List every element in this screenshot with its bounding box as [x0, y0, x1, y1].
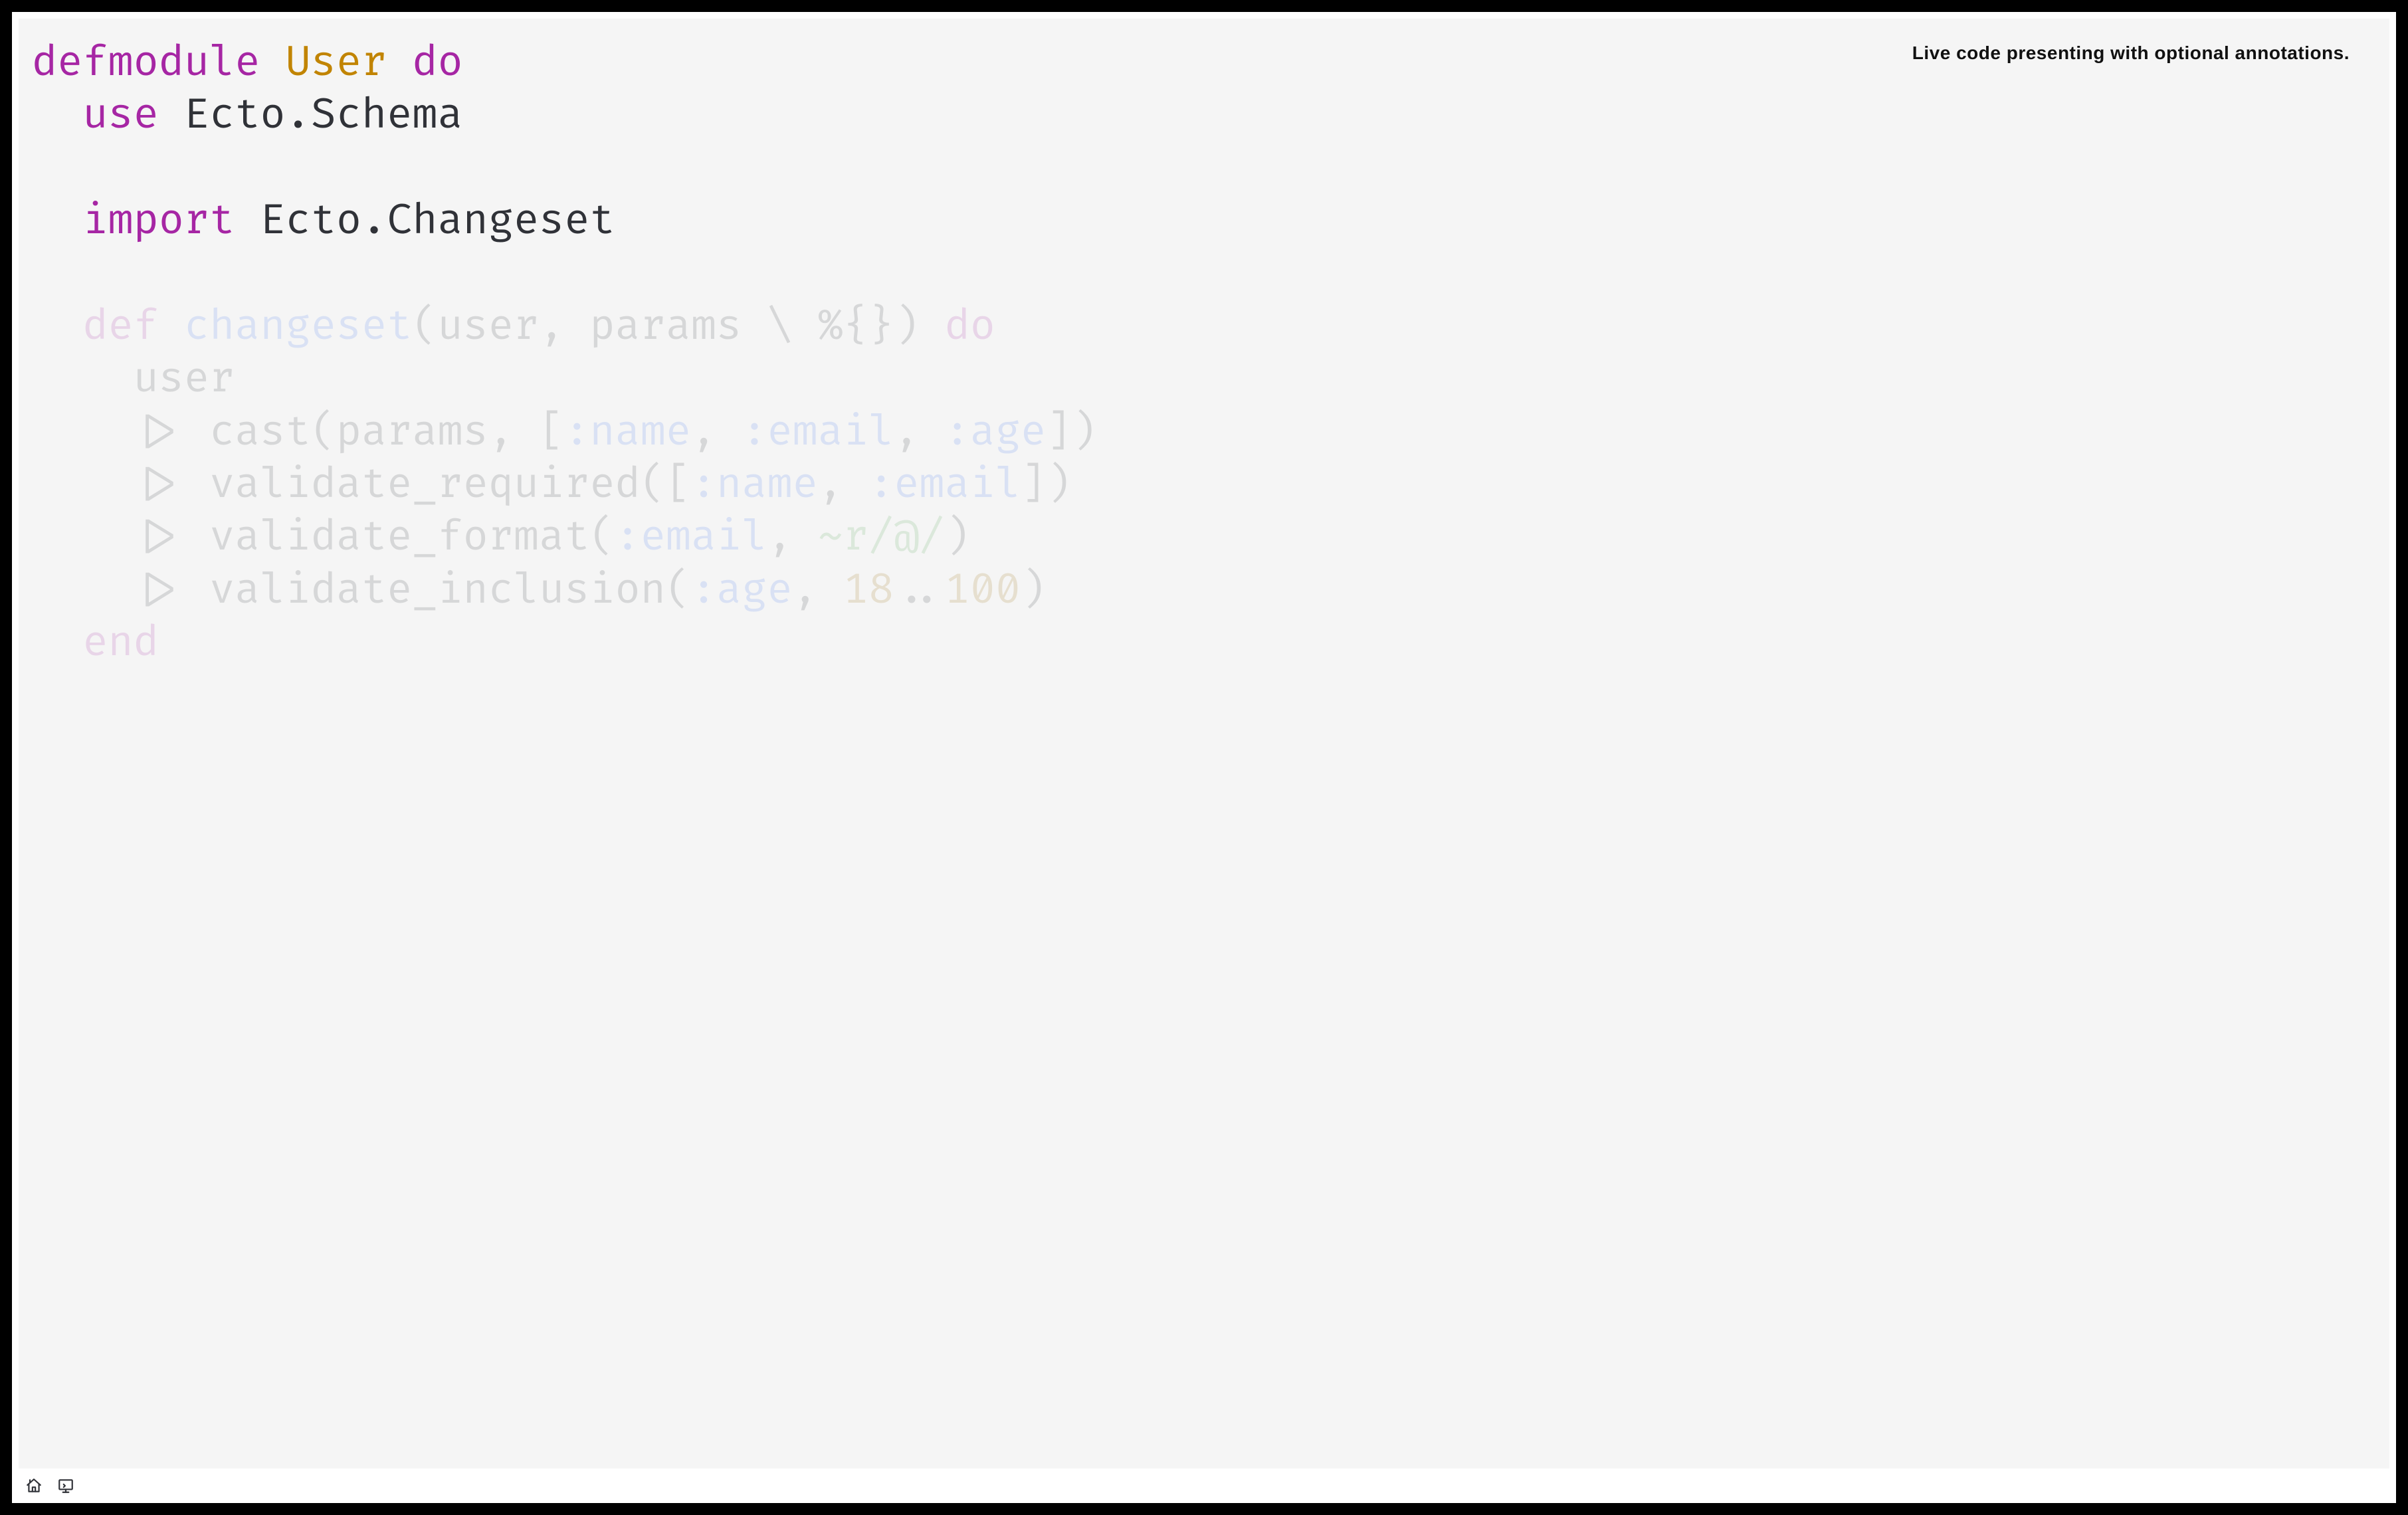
code-token: user	[32, 354, 235, 405]
code-token: Ecto.Schema	[159, 90, 463, 141]
code-token	[159, 302, 184, 352]
code-token: |> cast(params, [	[32, 407, 564, 458]
code-token: ])	[1021, 460, 1071, 510]
code-line: |> cast(params, [:name, :email, :age])	[32, 407, 1097, 458]
code-token: use	[82, 90, 158, 141]
code-token	[260, 38, 285, 88]
code-line: |> validate_required([:name, :email])	[32, 460, 1071, 510]
code-line: def changeset(user, params \ %{}) do	[32, 302, 995, 352]
slide: Live code presenting with optional annot…	[19, 19, 2389, 1468]
screen-icon[interactable]	[56, 1476, 76, 1496]
code-line: defmodule User do	[32, 38, 463, 88]
code-block: defmodule User do use Ecto.Schema import…	[19, 37, 2389, 670]
code-token: changeset	[184, 302, 412, 352]
code-token: ,	[691, 407, 742, 458]
code-token: )	[945, 512, 970, 563]
code-token: :name	[564, 407, 691, 458]
code-token: )	[1021, 565, 1046, 616]
code-token: (user, params \ %{})	[412, 302, 944, 352]
code-token: :age	[945, 407, 1047, 458]
code-line: |> validate_format(:email, ~r/@/)	[32, 512, 970, 563]
code-line: import Ecto.Changeset	[32, 196, 615, 247]
code-token: :name	[691, 460, 818, 510]
code-token: 18	[843, 565, 894, 616]
code-token: ,	[894, 407, 944, 458]
code-token: 100	[945, 565, 1021, 616]
code-token: do	[945, 302, 995, 352]
code-token	[387, 38, 412, 88]
code-line: use Ecto.Schema	[32, 90, 463, 141]
code-token: ])	[1046, 407, 1096, 458]
toolbar	[12, 1468, 2396, 1503]
code-token: :email	[868, 460, 1021, 510]
code-token	[32, 196, 82, 247]
code-token: import	[82, 196, 235, 247]
presentation-frame: Live code presenting with optional annot…	[12, 12, 2396, 1503]
home-icon[interactable]	[24, 1476, 44, 1496]
code-token: end	[82, 618, 158, 668]
code-token: ,	[767, 512, 817, 563]
code-token: :email	[615, 512, 767, 563]
code-token: |> validate_required([	[32, 460, 691, 510]
code-token: User	[286, 38, 387, 88]
code-token: ,	[818, 460, 868, 510]
code-token: ~r/@/	[818, 512, 945, 563]
code-line: |> validate_inclusion(:age, 18..100)	[32, 565, 1046, 616]
code-token	[32, 618, 82, 668]
slide-annotation: Live code presenting with optional annot…	[1912, 43, 2350, 64]
code-line: user	[32, 354, 235, 405]
code-token: do	[412, 38, 462, 88]
code-token: :age	[691, 565, 793, 616]
code-line: end	[32, 618, 159, 668]
code-token: |> validate_format(	[32, 512, 615, 563]
code-token: def	[82, 302, 158, 352]
code-token: ..	[894, 565, 944, 616]
code-token: Ecto.Changeset	[235, 196, 615, 247]
code-token: defmodule	[32, 38, 260, 88]
code-token	[32, 90, 82, 141]
code-token: :email	[742, 407, 894, 458]
code-token: |> validate_inclusion(	[32, 565, 691, 616]
code-token	[32, 302, 82, 352]
code-token: ,	[793, 565, 843, 616]
